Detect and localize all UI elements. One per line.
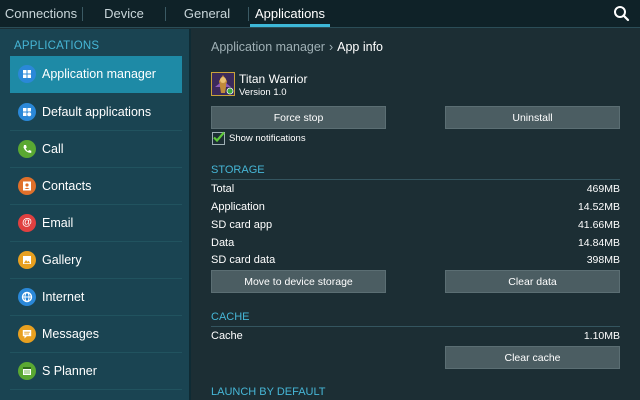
sidebar-item-label: Internet (42, 290, 85, 304)
apps-icon (18, 103, 36, 121)
show-notifications-label: Show notifications (229, 133, 306, 144)
storage-section-title: STORAGE (211, 164, 620, 180)
move-to-device-storage-button[interactable]: Move to device storage (211, 270, 386, 293)
breadcrumb-parent[interactable]: Application manager (211, 40, 325, 54)
storage-label: SD card data (211, 254, 276, 266)
clear-data-button[interactable]: Clear data (445, 270, 620, 293)
storage-label: SD card app (211, 219, 273, 231)
phone-icon (18, 140, 36, 158)
contacts-icon (18, 177, 36, 195)
cache-value: 1.10MB (583, 330, 620, 342)
sidebar-item-label: Application manager (42, 67, 156, 81)
sidebar-item-label: Call (42, 142, 64, 156)
sidebar-item-messages[interactable]: Messages (10, 316, 182, 353)
storage-value: 14.52MB (577, 201, 620, 213)
show-notifications-checkbox[interactable] (212, 131, 225, 145)
messages-icon (18, 325, 36, 343)
storage-label: Application (211, 201, 265, 213)
app-version: Version 1.0 (239, 87, 287, 98)
sidebar-item-application-manager[interactable]: Application manager (10, 56, 182, 93)
tab-general[interactable]: General (166, 0, 248, 28)
cache-row: Cache 1.10MB (211, 328, 620, 345)
sidebar-item-internet[interactable]: Internet (10, 279, 182, 316)
sidebar-item-call[interactable]: Call (10, 131, 182, 168)
storage-value: 469MB (586, 183, 620, 195)
sidebar-item-label: Default applications (42, 105, 152, 119)
sidebar-item-label: Contacts (42, 179, 92, 193)
internet-icon (18, 288, 36, 306)
storage-value: 41.66MB (577, 219, 620, 231)
storage-value: 398MB (586, 254, 620, 266)
launch-by-default-section-title: LAUNCH BY DEFAULT (211, 386, 620, 400)
planner-icon (18, 362, 36, 380)
storage-label: Total (211, 183, 235, 195)
sidebar-item-email[interactable]: @ Email (10, 205, 182, 242)
storage-row-data: Data 14.84MB (211, 235, 620, 252)
cache-label: Cache (211, 330, 243, 342)
tab-connections[interactable]: Connections (0, 0, 82, 28)
storage-row-application: Application 14.52MB (211, 199, 620, 216)
clear-cache-button[interactable]: Clear cache (445, 346, 620, 369)
storage-label: Data (211, 237, 235, 249)
breadcrumb: Application manager › App info (211, 40, 383, 54)
breadcrumb-current: App info (337, 40, 384, 54)
chevron-right-icon: › (328, 40, 334, 54)
grid-icon (18, 65, 36, 83)
email-icon: @ (18, 214, 36, 232)
uninstall-button[interactable]: Uninstall (445, 106, 620, 129)
top-tab-bar: Connections Device General Applications (0, 0, 640, 28)
sidebar-item-label: S Planner (42, 364, 97, 378)
checkmark-icon (213, 131, 225, 143)
app-icon (211, 72, 235, 96)
sidebar-item-gallery[interactable]: Gallery (10, 242, 182, 279)
app-name: Titan Warrior (239, 72, 308, 86)
force-stop-button[interactable]: Force stop (211, 106, 386, 129)
sidebar-item-s-planner[interactable]: S Planner (10, 353, 182, 390)
sidebar-item-label: Email (42, 216, 74, 230)
sidebar-heading: APPLICATIONS (14, 40, 100, 52)
cache-section-title: CACHE (211, 311, 620, 327)
tab-divider (248, 7, 249, 21)
sidebar-item-label: Gallery (42, 253, 82, 267)
storage-row-total: Total 469MB (211, 181, 620, 198)
sidebar-item-default-applications[interactable]: Default applications (10, 94, 182, 131)
app-info-panel: Application manager › App info Titan Warri… (193, 29, 640, 400)
search-icon (614, 6, 630, 22)
storage-row-sd-card-data: SD card data 398MB (211, 252, 620, 269)
sidebar-item-label: Messages (42, 327, 99, 341)
storage-row-sd-card-app: SD card app 41.66MB (211, 217, 620, 234)
tab-applications[interactable]: Applications (250, 0, 330, 28)
sidebar-item-contacts[interactable]: Contacts (10, 168, 182, 205)
gallery-icon (18, 251, 36, 269)
search-button[interactable] (612, 4, 632, 24)
tab-device[interactable]: Device (83, 0, 165, 28)
sidebar: APPLICATIONS Application manager Default… (0, 29, 191, 400)
storage-value: 14.84MB (577, 237, 620, 249)
